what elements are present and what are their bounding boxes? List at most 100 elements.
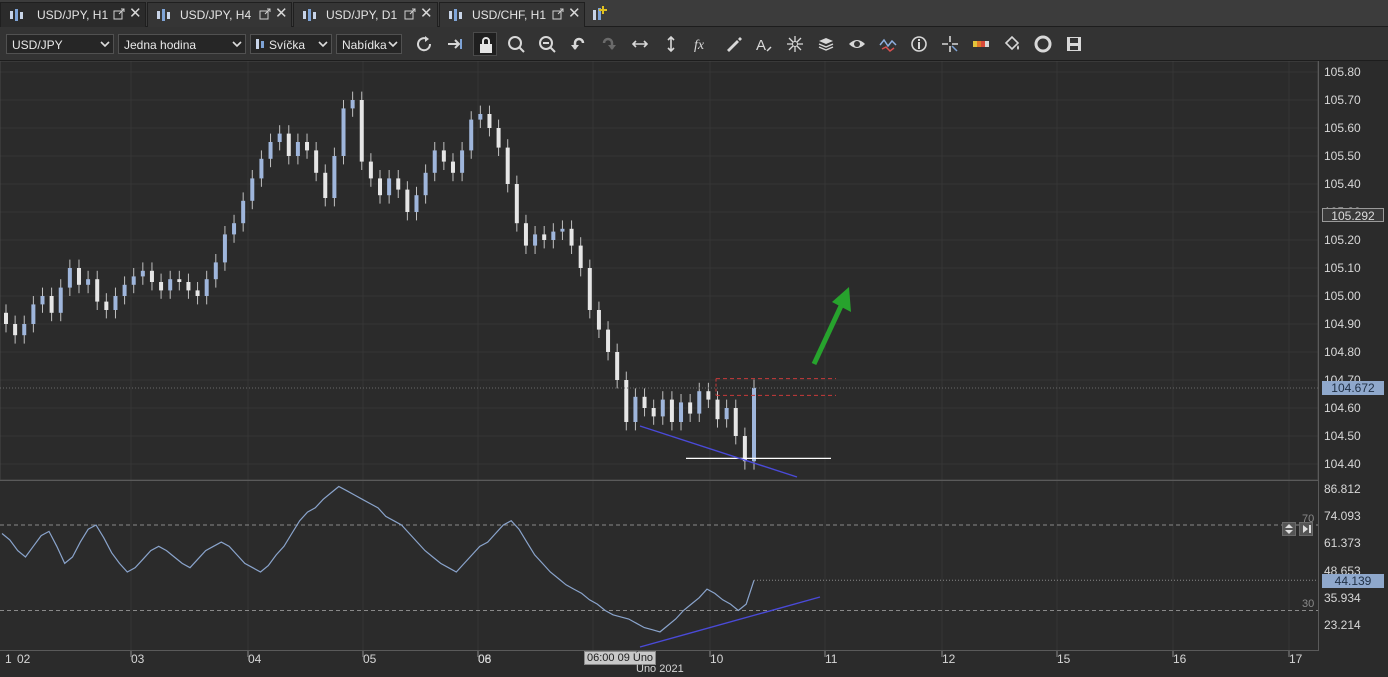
instrument-select[interactable]: USD/JPY	[6, 34, 114, 54]
chevron-down-icon	[100, 41, 110, 48]
shift-chart-button[interactable]	[443, 32, 467, 56]
candle-icon	[256, 39, 264, 49]
fill-button[interactable]	[1000, 32, 1024, 56]
candle	[277, 125, 282, 151]
candle-chart-icon	[449, 9, 462, 21]
popout-icon[interactable]	[404, 8, 416, 20]
candle	[314, 142, 319, 182]
paint-bucket-icon	[1004, 35, 1020, 51]
candle	[378, 170, 382, 204]
candle-body	[58, 287, 63, 313]
candle	[213, 254, 218, 288]
popout-icon[interactable]	[552, 8, 564, 20]
candle	[496, 119, 501, 156]
candle-body	[560, 228, 565, 232]
chart-canvas[interactable]	[0, 61, 1388, 677]
zoom-out-button[interactable]	[535, 32, 559, 56]
candle-body	[432, 150, 437, 173]
signals-icon	[879, 38, 897, 52]
lock-button[interactable]	[473, 32, 497, 56]
candle	[104, 293, 109, 319]
close-icon[interactable]: ✕	[275, 6, 288, 22]
horizontal-resize-button[interactable]	[628, 32, 652, 56]
shift-chart-icon	[448, 39, 462, 49]
chart-area[interactable]: 105.80105.70105.60105.50105.40105.30105.…	[0, 61, 1388, 677]
current-price-tag: 104.672	[1322, 381, 1384, 395]
text-tool-icon: A	[756, 37, 772, 53]
cursor-button[interactable]	[783, 32, 807, 56]
pen-draw-button[interactable]	[721, 32, 745, 56]
candle	[679, 394, 684, 431]
candle-body	[551, 231, 556, 240]
period-select[interactable]: Jedna hodina	[118, 34, 246, 54]
candle-body	[387, 178, 392, 196]
horizontal-resize-icon	[631, 40, 649, 48]
undo-button[interactable]	[566, 32, 590, 56]
oscillator-tick-label: 61.373	[1324, 536, 1361, 551]
candle-chart-icon	[303, 9, 316, 21]
tab-usdchf-h1[interactable]: USD/CHF, H1 ✕	[439, 2, 585, 27]
chevron-down-icon	[232, 41, 242, 48]
signals-button[interactable]	[876, 32, 900, 56]
candle	[95, 270, 100, 310]
redo-button[interactable]	[597, 32, 621, 56]
visibility-button[interactable]	[845, 32, 869, 56]
tab-usdjpy-h4[interactable]: USD/JPY, H4 ✕	[147, 2, 292, 27]
time-tick-label: 04	[248, 652, 262, 666]
candle-body	[341, 108, 346, 156]
candle	[478, 105, 483, 128]
close-icon[interactable]: ✕	[129, 6, 142, 22]
popout-icon[interactable]	[113, 8, 125, 20]
color-theme-button[interactable]	[969, 32, 993, 56]
candle-chart-icon	[157, 9, 170, 21]
scroll-to-end-button[interactable]	[1299, 522, 1313, 536]
save-button[interactable]	[1062, 32, 1086, 56]
candle	[232, 214, 237, 243]
indicators-button[interactable]: fx	[690, 32, 714, 56]
popout-icon[interactable]	[259, 8, 271, 20]
layers-button[interactable]	[814, 32, 838, 56]
price-tick-label: 105.80	[1324, 65, 1361, 79]
crosshair-button[interactable]	[938, 32, 962, 56]
info-button[interactable]	[907, 32, 931, 56]
candle	[131, 268, 136, 294]
candle-body	[542, 234, 547, 240]
candle	[669, 391, 674, 431]
scale-adjust-button[interactable]	[1282, 522, 1296, 536]
candle	[715, 391, 720, 428]
level-30-label: 30	[1302, 598, 1315, 610]
close-icon[interactable]: ✕	[568, 6, 581, 22]
eye-icon	[849, 40, 865, 48]
offer-side-select[interactable]: Nabídka	[336, 34, 402, 54]
candle-body	[314, 150, 319, 173]
tab-usdjpy-h1[interactable]: USD/JPY, H1 ✕	[0, 2, 146, 27]
candle-body	[496, 128, 501, 148]
candle-body	[140, 270, 145, 277]
candle	[49, 287, 54, 322]
candle	[341, 100, 346, 165]
candle	[587, 259, 592, 319]
candle	[432, 142, 437, 182]
help-button[interactable]	[1031, 32, 1055, 56]
vertical-resize-button[interactable]	[659, 32, 683, 56]
candle-body	[277, 133, 282, 142]
text-tool-button[interactable]: A	[752, 32, 776, 56]
candle-body	[305, 142, 310, 151]
candle-body	[350, 100, 355, 109]
time-tick-label: 1	[5, 652, 12, 666]
chart-toolbar: USD/JPY Jedna hodina Svíčka Nabídka fx A	[0, 27, 1388, 61]
refresh-button[interactable]	[412, 32, 436, 56]
candle	[423, 164, 428, 204]
candle-body	[222, 234, 227, 263]
undo-icon	[571, 37, 585, 50]
candle-body	[31, 304, 36, 324]
tab-usdjpy-d1[interactable]: USD/JPY, D1 ✕	[293, 2, 438, 27]
time-tick-label: 17	[1289, 652, 1303, 666]
add-chart-icon[interactable]	[592, 6, 608, 22]
zoom-in-button[interactable]	[504, 32, 528, 56]
lifebuoy-icon	[1034, 35, 1052, 53]
chart-type-select[interactable]: Svíčka	[250, 34, 332, 54]
candle-body	[4, 312, 8, 324]
close-icon[interactable]: ✕	[420, 6, 433, 22]
time-tick-label: 02	[17, 652, 31, 666]
